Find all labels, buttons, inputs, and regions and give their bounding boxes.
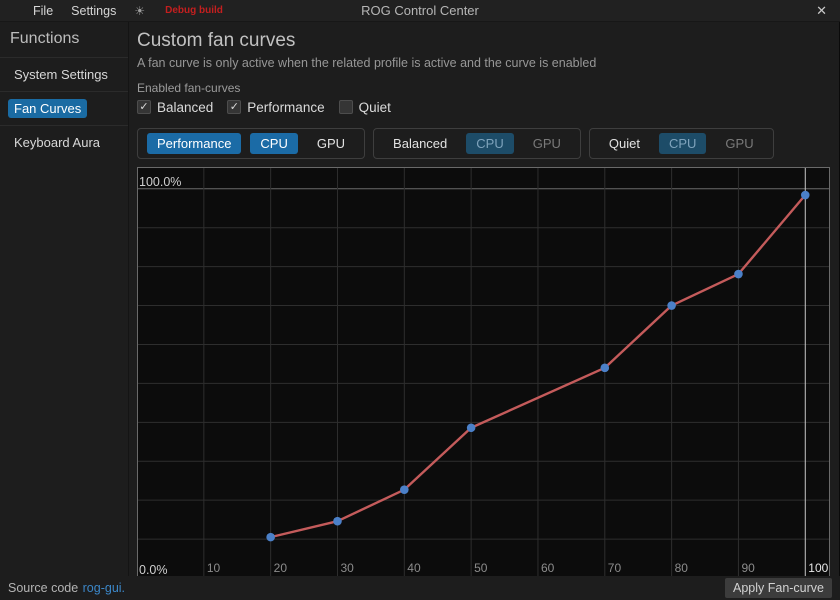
statusbar: Source code rog-gui. Apply Fan-curve: [0, 576, 840, 600]
sidebar: Functions System Settings Fan Curves Key…: [0, 22, 129, 576]
debug-build-badge: Debug build: [165, 5, 223, 16]
enabled-checkbox-row: ✓ Balanced ✓ Performance ✓ Quiet: [137, 100, 831, 115]
tab-performance-cpu[interactable]: CPU: [250, 133, 297, 155]
checkbox-performance[interactable]: ✓ Performance: [227, 100, 324, 115]
curve-point[interactable]: [667, 302, 676, 311]
checkbox-label: Balanced: [157, 100, 213, 115]
curve-point[interactable]: [600, 364, 609, 373]
tab-balanced[interactable]: Balanced: [383, 133, 457, 155]
tab-group-quiet: Quiet CPU GPU: [589, 128, 774, 160]
checkbox-quiet[interactable]: ✓ Quiet: [339, 100, 391, 115]
tab-balanced-gpu[interactable]: GPU: [523, 133, 571, 155]
curve-point[interactable]: [467, 424, 476, 433]
sidebar-item-label: System Settings: [8, 65, 114, 84]
sidebar-item-fan-curves[interactable]: Fan Curves: [0, 91, 128, 125]
sidebar-item-label: Fan Curves: [8, 99, 87, 118]
curve-point[interactable]: [734, 270, 743, 279]
enabled-fan-curves-label: Enabled fan-curves: [137, 81, 831, 97]
svg-text:30: 30: [340, 561, 354, 575]
curve-point[interactable]: [400, 486, 409, 495]
rog-control-center-window: { "titlebar": { "menus": [ { "label": "F…: [0, 0, 840, 600]
tab-quiet-gpu[interactable]: GPU: [715, 133, 763, 155]
svg-text:100: 100: [808, 561, 828, 575]
checkbox-box: ✓: [339, 100, 353, 114]
sidebar-item-keyboard-aura[interactable]: Keyboard Aura: [0, 125, 128, 159]
page-title: Custom fan curves: [137, 30, 831, 52]
svg-text:70: 70: [608, 561, 622, 575]
sidebar-header: Functions: [0, 22, 128, 57]
checkbox-box: ✓: [137, 100, 151, 114]
window-content: Functions System Settings Fan Curves Key…: [0, 22, 840, 576]
fan-curves-panel: Custom fan curves A fan curve is only ac…: [129, 22, 840, 576]
svg-text:20: 20: [274, 561, 288, 575]
titlebar: File Settings ☀ Debug build ROG Control …: [0, 0, 840, 22]
tab-performance[interactable]: Performance: [147, 133, 241, 155]
svg-text:60: 60: [541, 561, 555, 575]
menu-settings[interactable]: Settings: [71, 4, 116, 18]
svg-text:80: 80: [675, 561, 689, 575]
tab-group-performance: Performance CPU GPU: [137, 128, 365, 160]
close-icon[interactable]: ✕: [816, 3, 827, 19]
tab-group-balanced: Balanced CPU GPU: [373, 128, 581, 160]
checkbox-label: Quiet: [359, 100, 391, 115]
fan-curve-chart[interactable]: 102030405060708090100100.0%0.0%: [137, 167, 831, 579]
checkbox-balanced[interactable]: ✓ Balanced: [137, 100, 213, 115]
check-icon: ✓: [139, 102, 148, 113]
sidebar-item-system-settings[interactable]: System Settings: [0, 57, 128, 91]
window-title: ROG Control Center: [0, 3, 840, 18]
source-code-text: Source code: [8, 581, 78, 595]
tab-quiet[interactable]: Quiet: [599, 133, 650, 155]
tab-quiet-cpu[interactable]: CPU: [659, 133, 706, 155]
curve-point[interactable]: [266, 533, 275, 542]
curve-point[interactable]: [801, 191, 810, 200]
page-subtitle: A fan curve is only active when the rela…: [137, 55, 831, 71]
svg-text:100.0%: 100.0%: [139, 175, 181, 189]
checkbox-label: Performance: [247, 100, 324, 115]
source-code-line: Source code rog-gui.: [8, 579, 125, 597]
svg-text:50: 50: [474, 561, 488, 575]
source-code-link[interactable]: rog-gui.: [83, 581, 125, 595]
profile-tab-row: Performance CPU GPU Balanced CPU GPU Qui…: [137, 128, 831, 160]
svg-text:10: 10: [207, 561, 221, 575]
checkbox-box: ✓: [227, 100, 241, 114]
curve-point[interactable]: [333, 517, 342, 526]
apply-fan-curve-button[interactable]: Apply Fan-curve: [725, 578, 832, 598]
sidebar-item-label: Keyboard Aura: [8, 133, 106, 152]
tab-balanced-cpu[interactable]: CPU: [466, 133, 513, 155]
theme-toggle-icon[interactable]: ☀: [134, 4, 145, 18]
menu-file[interactable]: File: [33, 4, 53, 18]
check-icon: ✓: [230, 102, 239, 113]
svg-text:40: 40: [407, 561, 421, 575]
tab-performance-gpu[interactable]: GPU: [307, 133, 355, 155]
svg-text:90: 90: [741, 561, 755, 575]
